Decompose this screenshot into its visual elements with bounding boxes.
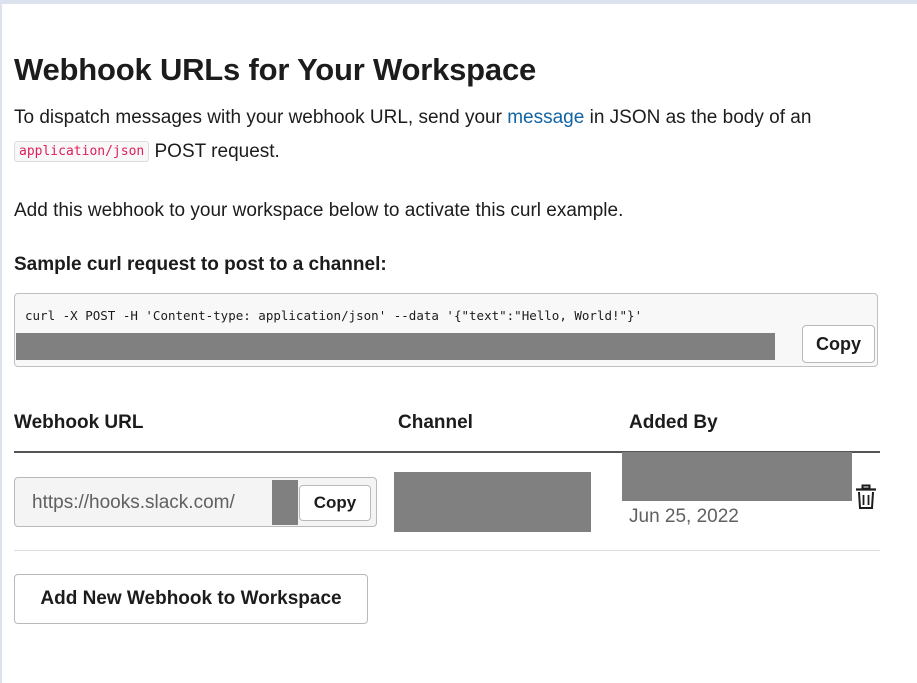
redacted-url-token (272, 480, 298, 525)
intro-text-middle: in JSON as the body of an (584, 107, 812, 128)
window-top-border (0, 0, 917, 4)
page-title: Webhook URLs for Your Workspace (14, 52, 537, 87)
content-type-code: application/json (14, 141, 150, 162)
copy-curl-button[interactable]: Copy (802, 325, 875, 363)
column-header-channel: Channel (398, 412, 473, 433)
webhook-url-text: https://hooks.slack.com/ (32, 492, 235, 513)
sample-curl-label: Sample curl request to post to a channel… (14, 254, 387, 275)
added-date: Jun 25, 2022 (629, 506, 739, 527)
curl-example-box: curl -X POST -H 'Content-type: applicati… (14, 293, 878, 367)
activate-instructions: Add this webhook to your workspace below… (14, 200, 624, 221)
copy-webhook-url-button[interactable]: Copy (299, 485, 371, 521)
intro-text-end: POST request. (149, 141, 280, 162)
intro-paragraph: To dispatch messages with your webhook U… (14, 101, 894, 171)
redacted-channel (394, 472, 591, 532)
curl-command: curl -X POST -H 'Content-type: applicati… (25, 308, 643, 323)
intro-text-start: To dispatch messages with your webhook U… (14, 107, 508, 128)
add-new-webhook-button[interactable]: Add New Webhook to Workspace (14, 574, 368, 624)
redacted-webhook-url (16, 333, 775, 360)
trash-icon[interactable] (855, 484, 877, 510)
message-link[interactable]: message (507, 107, 584, 128)
column-header-webhook-url: Webhook URL (14, 412, 144, 433)
redacted-added-by-user (622, 452, 852, 501)
webhook-url-field[interactable]: https://hooks.slack.com/ Copy (14, 477, 377, 527)
table-row-divider (14, 550, 880, 551)
window-left-border (0, 0, 2, 683)
column-header-added-by: Added By (629, 412, 718, 433)
